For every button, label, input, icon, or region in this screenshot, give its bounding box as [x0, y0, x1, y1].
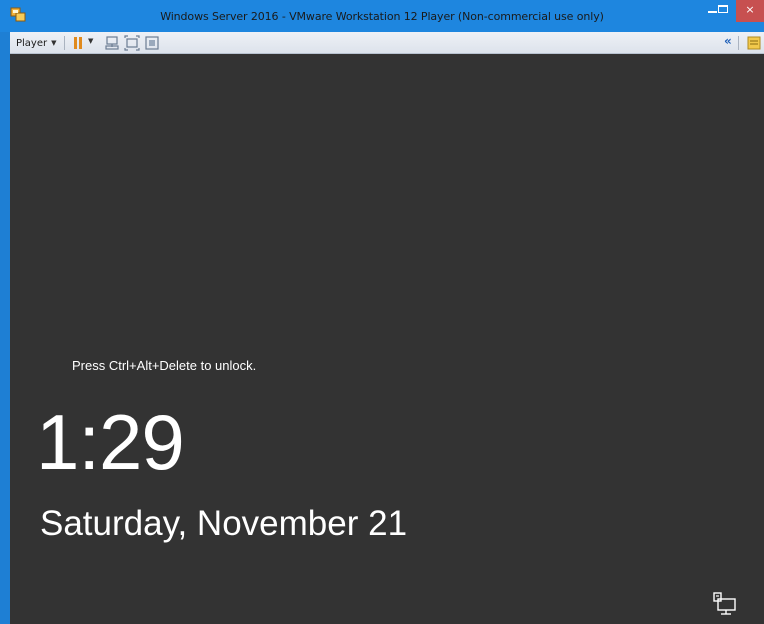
lock-screen-date: Saturday, November 21 — [40, 504, 408, 543]
full-screen-icon[interactable] — [124, 35, 140, 51]
toolbar-separator — [738, 36, 739, 50]
title-bar[interactable]: Windows Server 2016 - VMware Workstation… — [0, 0, 764, 32]
collapse-toolbar-button[interactable]: « — [724, 34, 732, 48]
window-title: Windows Server 2016 - VMware Workstation… — [160, 10, 604, 23]
player-menu-button[interactable]: Player ▼ — [12, 35, 61, 51]
unlock-hint: Press Ctrl+Alt+Delete to unlock. — [72, 358, 257, 373]
power-options-dropdown[interactable]: ▼ — [88, 37, 93, 45]
network-icon[interactable] — [712, 592, 738, 616]
send-ctrl-alt-del-icon[interactable] — [104, 35, 120, 51]
guest-display[interactable]: Press Ctrl+Alt+Delete to unlock. 1:29 Sa… — [10, 54, 764, 624]
maximize-button[interactable] — [712, 0, 734, 22]
pause-icon[interactable] — [70, 35, 86, 51]
double-chevron-left-icon: « — [724, 34, 732, 48]
chevron-down-icon: ▼ — [88, 37, 94, 45]
lock-screen-clock: 1:29 — [36, 398, 185, 486]
player-toolbar: Player ▼ ▼ « — [10, 32, 764, 54]
vmware-player-window: Windows Server 2016 - VMware Workstation… — [0, 0, 764, 624]
close-button[interactable]: × — [736, 0, 764, 22]
player-menu-label: Player — [16, 38, 48, 49]
chevron-down-icon: ▼ — [51, 39, 57, 47]
toolbar-separator — [64, 36, 65, 50]
close-icon: × — [745, 3, 755, 16]
maximize-icon — [718, 5, 728, 13]
unity-icon[interactable] — [144, 35, 160, 51]
notes-icon[interactable] — [746, 35, 762, 51]
